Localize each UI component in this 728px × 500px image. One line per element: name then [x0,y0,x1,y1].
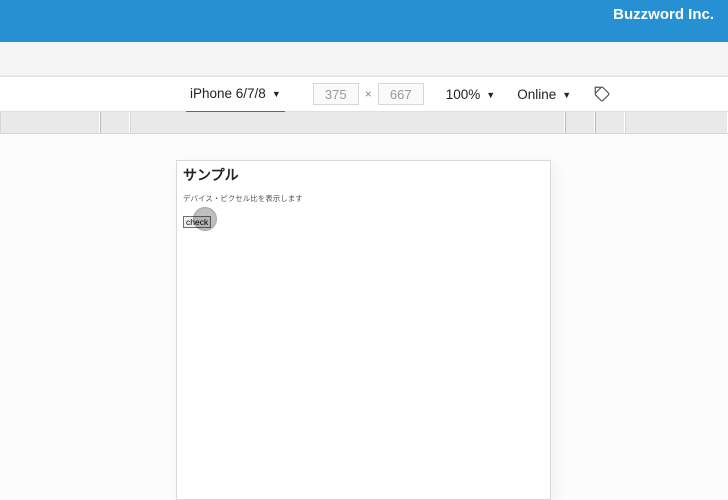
button-row: check [183,212,544,230]
device-select[interactable]: iPhone 6/7/8 ▼ [186,77,285,113]
page-subtext: デバイス・ピクセル比を表示します [183,193,544,204]
device-toolbar: iPhone 6/7/8 ▼ × 100% ▼ Online ▼ [0,76,728,112]
device-viewport: サンプル デバイス・ピクセル比を表示します check [176,160,551,500]
brand-header: Buzzword Inc. [0,0,728,42]
device-select-label: iPhone 6/7/8 [190,86,266,101]
ruler-segment [625,112,728,133]
ruler-segment [595,112,625,133]
ruler-segment [565,112,595,133]
touch-cursor-icon [193,207,217,231]
workspace: サンプル デバイス・ピクセル比を表示します check [0,134,728,500]
page-content: サンプル デバイス・ピクセル比を表示します check [177,161,550,234]
page-heading: サンプル [183,165,544,185]
ruler-segment [100,112,130,133]
zoom-select[interactable]: 100% ▼ [446,87,495,102]
dimensions-group: × [313,83,424,105]
ruler-segment [130,112,565,133]
chevron-down-icon: ▼ [562,91,571,100]
zoom-label: 100% [446,87,481,102]
dimension-separator: × [365,87,372,101]
network-label: Online [517,87,556,102]
brand-title: Buzzword Inc. [613,6,714,23]
rotate-icon[interactable] [593,85,611,103]
chevron-down-icon: ▼ [486,91,495,100]
width-input[interactable] [313,83,359,105]
network-select[interactable]: Online ▼ [517,87,571,102]
chevron-down-icon: ▼ [272,90,281,99]
secondary-bar [0,42,728,76]
ruler-bar [0,112,728,134]
ruler-segment [0,112,100,133]
height-input[interactable] [378,83,424,105]
